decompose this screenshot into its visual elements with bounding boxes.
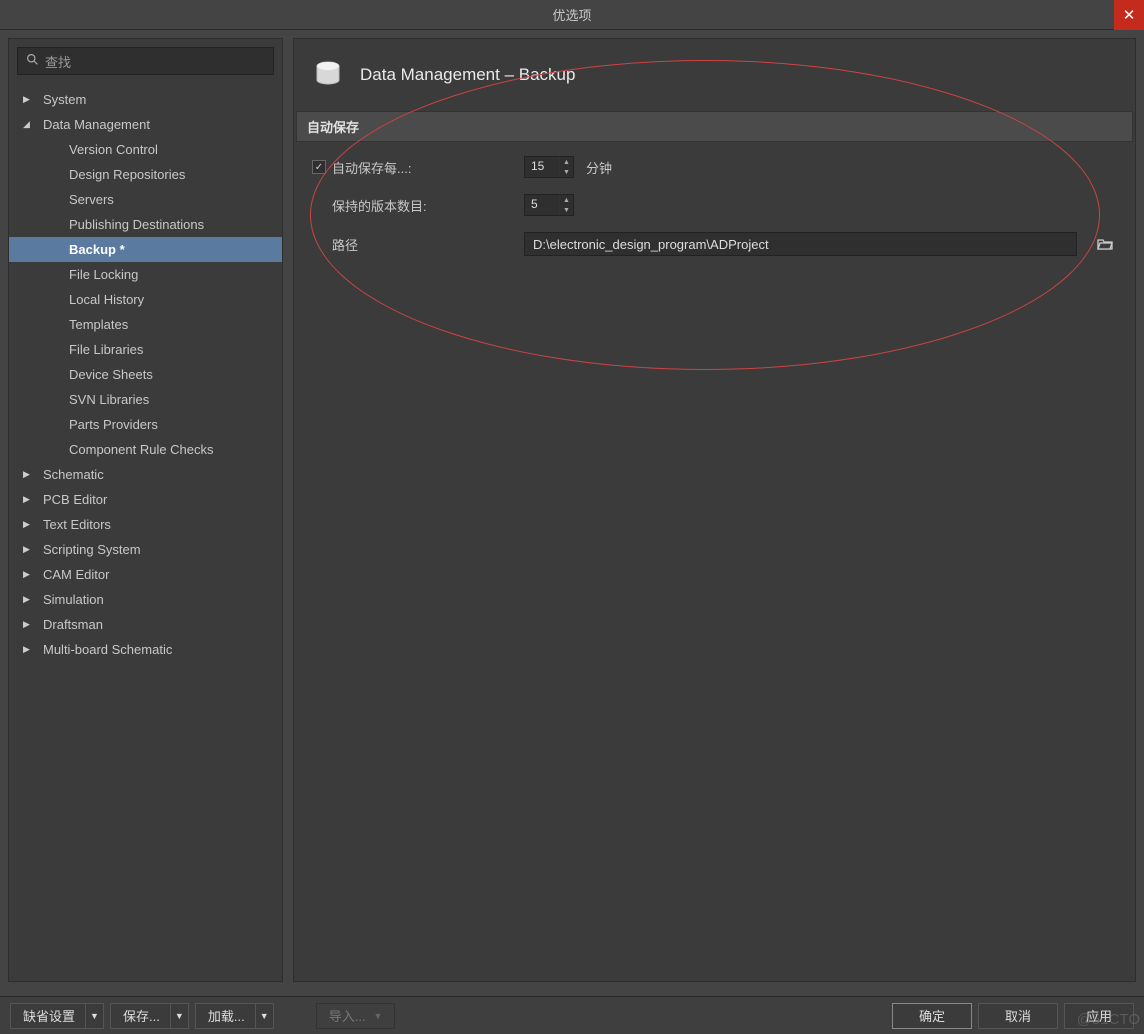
tree-item-pcb-editor[interactable]: PCB Editor [9, 487, 282, 512]
chevron-down-icon[interactable]: ▼ [560, 167, 573, 177]
tree-item-label: Text Editors [43, 517, 111, 532]
nav-tree: System Data Management Version Control Desi… [9, 83, 282, 981]
search-input[interactable]: 查找 [17, 47, 274, 75]
tree-item-label: File Locking [69, 267, 138, 282]
chevron-right-icon [23, 519, 37, 530]
footer-bar: 缺省设置▼ 保存...▼ 加载...▼ 导入...▼ 确定 取消 应用 [0, 996, 1144, 1034]
autosave-checkbox[interactable]: ✓ [312, 160, 326, 174]
autosave-value: 15 [525, 157, 559, 177]
chevron-up-icon[interactable]: ▲ [560, 157, 573, 167]
tree-item-label: CAM Editor [43, 567, 109, 582]
chevron-right-icon [23, 469, 37, 480]
tree-item-label: PCB Editor [43, 492, 107, 507]
tree-item-version-control[interactable]: Version Control [9, 137, 282, 162]
ok-button[interactable]: 确定 [892, 1003, 972, 1029]
tree-item-label: Draftsman [43, 617, 103, 632]
versions-spinner[interactable]: 5 ▲▼ [524, 194, 574, 216]
tree-item-label: Multi-board Schematic [43, 642, 172, 657]
tree-item-design-repositories[interactable]: Design Repositories [9, 162, 282, 187]
tree-item-data-management[interactable]: Data Management [9, 112, 282, 137]
tree-item-label: Local History [69, 292, 144, 307]
sidebar: 查找 System Data Management Version Control D… [8, 38, 283, 982]
tree-item-backup-[interactable]: Backup * [9, 237, 282, 262]
folder-open-icon [1097, 237, 1113, 251]
import-button[interactable]: 导入...▼ [316, 1003, 396, 1029]
chevron-down-icon [23, 119, 37, 130]
tree-item-cam-editor[interactable]: CAM Editor [9, 562, 282, 587]
tree-item-label: Publishing Destinations [69, 217, 204, 232]
tree-item-label: Parts Providers [69, 417, 158, 432]
apply-button[interactable]: 应用 [1064, 1003, 1134, 1029]
search-placeholder: 查找 [45, 52, 71, 71]
tree-item-label: Device Sheets [69, 367, 153, 382]
tree-item-servers[interactable]: Servers [9, 187, 282, 212]
chevron-right-icon [23, 94, 37, 105]
tree-item-parts-providers[interactable]: Parts Providers [9, 412, 282, 437]
tree-item-component-rule-checks[interactable]: Component Rule Checks [9, 437, 282, 462]
title-bar: 优选项 ✕ [0, 0, 1144, 30]
tree-item-svn-libraries[interactable]: SVN Libraries [9, 387, 282, 412]
chevron-right-icon [23, 569, 37, 580]
chevron-down-icon[interactable]: ▼ [170, 1004, 188, 1028]
tree-item-system[interactable]: System [9, 87, 282, 112]
close-icon: ✕ [1123, 6, 1136, 24]
tree-item-label: Schematic [43, 467, 104, 482]
tree-item-device-sheets[interactable]: Device Sheets [9, 362, 282, 387]
tree-item-label: Simulation [43, 592, 104, 607]
tree-item-text-editors[interactable]: Text Editors [9, 512, 282, 537]
path-input[interactable]: D:\electronic_design_program\ADProject [524, 232, 1077, 256]
tree-item-label: Servers [69, 192, 114, 207]
chevron-right-icon [23, 644, 37, 655]
tree-item-label: File Libraries [69, 342, 143, 357]
autosave-label: 自动保存每...: [332, 158, 411, 177]
tree-item-label: Version Control [69, 142, 158, 157]
tree-item-label: Data Management [43, 117, 150, 132]
tree-item-draftsman[interactable]: Draftsman [9, 612, 282, 637]
tree-item-label: Scripting System [43, 542, 141, 557]
tree-item-label: Backup * [69, 242, 125, 257]
tree-item-simulation[interactable]: Simulation [9, 587, 282, 612]
tree-item-schematic[interactable]: Schematic [9, 462, 282, 487]
tree-item-label: System [43, 92, 86, 107]
browse-button[interactable] [1093, 232, 1117, 256]
tree-item-file-libraries[interactable]: File Libraries [9, 337, 282, 362]
content-panel: Data Management – Backup 自动保存 ✓ 自动保存每...… [293, 38, 1136, 982]
tree-item-templates[interactable]: Templates [9, 312, 282, 337]
tree-item-label: Component Rule Checks [69, 442, 214, 457]
path-label: 路径 [332, 235, 358, 254]
save-button[interactable]: 保存...▼ [110, 1003, 189, 1029]
chevron-right-icon [23, 494, 37, 505]
chevron-down-icon[interactable]: ▼ [255, 1004, 273, 1028]
tree-item-local-history[interactable]: Local History [9, 287, 282, 312]
window-title: 优选项 [552, 5, 591, 24]
autosave-interval-spinner[interactable]: 15 ▲▼ [524, 156, 574, 178]
versions-value: 5 [525, 195, 559, 215]
content-title: Data Management – Backup [360, 65, 575, 85]
chevron-right-icon [23, 544, 37, 555]
chevron-right-icon [23, 619, 37, 630]
tree-item-label: SVN Libraries [69, 392, 149, 407]
tree-item-multi-board-schematic[interactable]: Multi-board Schematic [9, 637, 282, 662]
autosave-unit: 分钟 [586, 158, 612, 177]
database-icon [312, 59, 344, 91]
tree-item-label: Templates [69, 317, 128, 332]
cancel-button[interactable]: 取消 [978, 1003, 1058, 1029]
defaults-button[interactable]: 缺省设置▼ [10, 1003, 104, 1029]
tree-item-label: Design Repositories [69, 167, 185, 182]
search-icon [26, 53, 39, 69]
path-value: D:\electronic_design_program\ADProject [533, 237, 769, 252]
tree-item-publishing-destinations[interactable]: Publishing Destinations [9, 212, 282, 237]
load-button[interactable]: 加载...▼ [195, 1003, 274, 1029]
section-header: 自动保存 [296, 111, 1133, 142]
versions-label: 保持的版本数目: [332, 196, 427, 215]
chevron-right-icon [23, 594, 37, 605]
chevron-up-icon[interactable]: ▲ [560, 195, 573, 205]
tree-item-scripting-system[interactable]: Scripting System [9, 537, 282, 562]
chevron-down-icon[interactable]: ▼ [85, 1004, 103, 1028]
close-button[interactable]: ✕ [1114, 0, 1144, 30]
chevron-down-icon[interactable]: ▼ [560, 205, 573, 215]
tree-item-file-locking[interactable]: File Locking [9, 262, 282, 287]
